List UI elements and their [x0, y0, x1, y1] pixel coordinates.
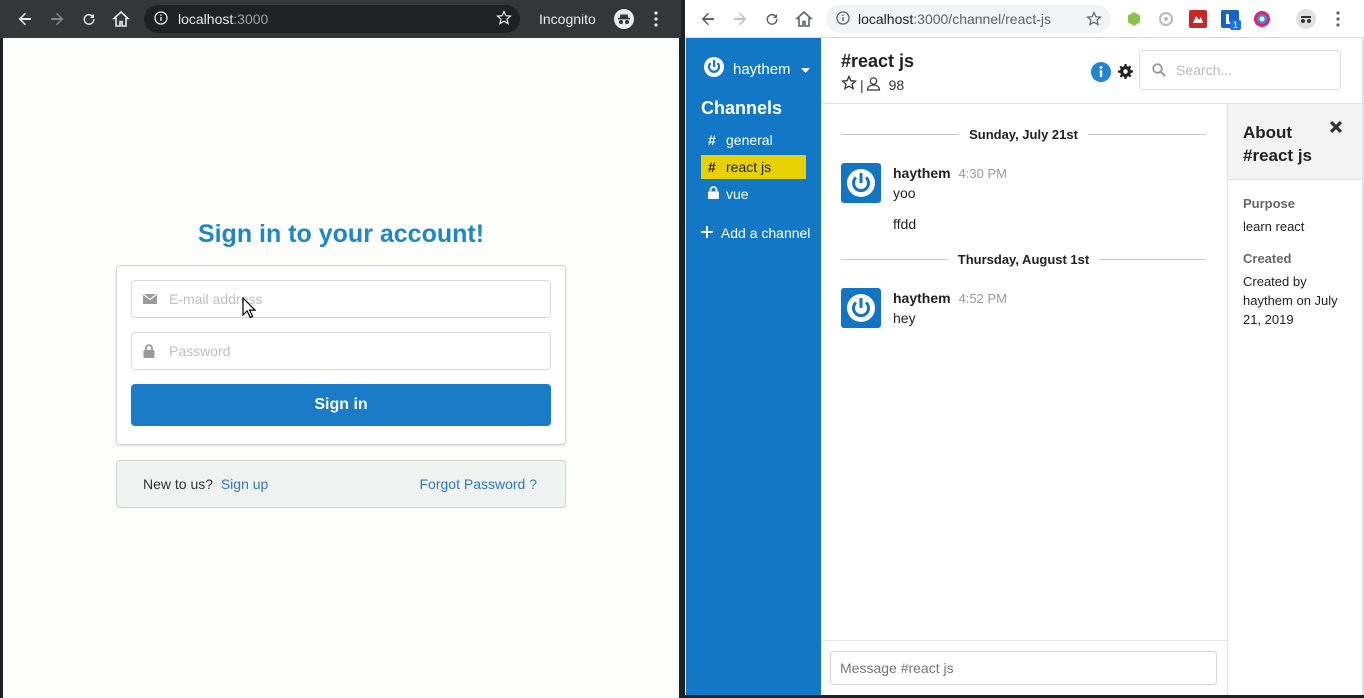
created-value: Created by haythem on July 21, 2019 — [1243, 274, 1338, 327]
signin-footer: New to us? Sign up Forgot Password ? — [116, 460, 566, 508]
lock-icon — [708, 186, 726, 202]
message-text: hey — [893, 310, 916, 326]
about-title: About #react js — [1243, 123, 1312, 165]
day-separator: Thursday, August 1st — [841, 251, 1206, 267]
envelope-icon — [143, 292, 157, 308]
message-group: haythem 4:30 PM yoo ffdd — [841, 163, 1201, 238]
power-logo-icon — [703, 56, 725, 82]
channel-label: react js — [726, 159, 772, 175]
incognito-label: Incognito — [539, 11, 596, 27]
forward-icon[interactable] — [41, 3, 73, 35]
message-author: haythem 4:52 PM — [893, 290, 1007, 306]
menu-kebab-icon[interactable] — [654, 11, 658, 32]
incognito-profile-icon[interactable] — [1296, 9, 1316, 34]
message-author: haythem 4:30 PM — [893, 165, 1007, 181]
password-placeholder: Password — [169, 343, 231, 359]
left-address-bar[interactable]: localhost:3000 — [144, 5, 520, 33]
author-name[interactable]: haythem — [893, 165, 951, 181]
author-name[interactable]: haythem — [893, 290, 951, 306]
channel-item-react-js[interactable]: # react js — [701, 155, 806, 179]
message-input[interactable]: Message #react js — [830, 651, 1217, 685]
hash-icon: # — [708, 159, 716, 175]
password-field[interactable]: Password — [131, 332, 551, 370]
about-header: About #react js — [1228, 104, 1362, 180]
url-host: localhost — [178, 11, 234, 27]
channel-item-vue[interactable]: vue — [701, 182, 806, 206]
purpose-label: Purpose — [1243, 196, 1296, 211]
url-path: :3000 — [233, 11, 269, 27]
message-text: ffdd — [893, 216, 917, 232]
extension-red-icon[interactable] — [1189, 10, 1207, 33]
add-channel-label: Add a channel — [720, 225, 811, 241]
about-panel: About #react js Purpose learn react Crea… — [1227, 104, 1362, 698]
left-toolbar: localhost:3000 Incognito — [0, 0, 681, 38]
team-name: haythem — [733, 60, 791, 78]
signin-form: E-mail address Password Sign in — [116, 265, 566, 445]
new-to-us-text: New to us? — [143, 476, 214, 492]
hash-icon: # — [708, 132, 716, 148]
reload-icon[interactable] — [73, 3, 105, 35]
extension-badge-count: 1 — [1230, 20, 1242, 30]
day-label: Sunday, July 21st — [969, 126, 1078, 142]
signup-link[interactable]: Sign up — [221, 476, 268, 492]
right-address-bar[interactable]: localhost:3000/channel/react-js — [826, 5, 1111, 33]
forgot-password-link[interactable]: Forgot Password ? — [420, 476, 538, 492]
avatar[interactable] — [841, 163, 881, 203]
menu-kebab-icon[interactable] — [1336, 11, 1340, 32]
plus-icon — [701, 225, 717, 241]
signin-page: Sign in to your account! E-mail address … — [3, 38, 679, 698]
email-field[interactable]: E-mail address — [131, 280, 551, 318]
signin-button[interactable]: Sign in — [131, 384, 551, 426]
incognito-icon — [614, 9, 634, 34]
avatar[interactable] — [841, 288, 881, 328]
message-time: 4:30 PM — [958, 166, 1007, 181]
extension-hexagon-icon[interactable] — [1126, 11, 1142, 32]
message-list: Sunday, July 21st haythem 4:30 PM yoo ffd… — [821, 38, 1227, 698]
caret-down-icon — [800, 61, 810, 78]
message-composer: Message #react js — [821, 640, 1227, 698]
forward-icon[interactable] — [724, 3, 756, 35]
sidebar: haythem Channels # general # react js vu… — [686, 38, 821, 698]
team-switcher[interactable]: haythem — [703, 56, 810, 82]
mouse-cursor-icon — [242, 296, 257, 324]
created-label: Created — [1243, 251, 1292, 266]
extension-gear-icon[interactable] — [1158, 11, 1174, 32]
reload-icon[interactable] — [756, 3, 788, 35]
right-toolbar: localhost:3000/channel/react-js 1 — [685, 0, 1364, 38]
channel-label: vue — [726, 186, 749, 202]
day-label: Thursday, August 1st — [957, 251, 1090, 267]
back-icon[interactable] — [692, 3, 724, 35]
right-browser-window: localhost:3000/channel/react-js 1 hayth… — [685, 0, 1364, 698]
bookmark-star-icon[interactable] — [496, 10, 512, 29]
message-time: 4:52 PM — [958, 291, 1007, 306]
bookmark-star-icon[interactable] — [1086, 11, 1102, 32]
url-host: localhost — [858, 11, 914, 27]
channels-heading: Channels — [701, 98, 783, 118]
info-icon — [836, 10, 850, 28]
lock-icon — [143, 344, 155, 361]
extension-color-icon[interactable] — [1253, 10, 1271, 33]
message-text: yoo — [893, 185, 916, 201]
message-group: haythem 4:52 PM hey — [841, 288, 1201, 333]
channel-item-general[interactable]: # general — [701, 128, 806, 152]
add-channel-button[interactable]: Add a channel — [701, 224, 811, 243]
home-icon[interactable] — [788, 3, 820, 35]
purpose-value: learn react — [1243, 219, 1305, 234]
info-icon — [154, 10, 168, 28]
back-icon[interactable] — [9, 3, 41, 35]
url-path: :3000/channel/react-js — [913, 11, 1052, 27]
signup-prompt: New to us? Sign up — [143, 476, 268, 492]
day-separator: Sunday, July 21st — [841, 126, 1207, 142]
message-placeholder: Message #react js — [840, 660, 954, 676]
signin-title: Sign in to your account! — [197, 220, 485, 248]
channel-label: general — [726, 132, 773, 148]
left-browser-window: localhost:3000 Incognito Sign in to your… — [0, 0, 681, 698]
chat-app: haythem Channels # general # react js vu… — [686, 38, 1362, 698]
home-icon[interactable] — [105, 3, 137, 35]
close-icon[interactable] — [1328, 119, 1344, 140]
